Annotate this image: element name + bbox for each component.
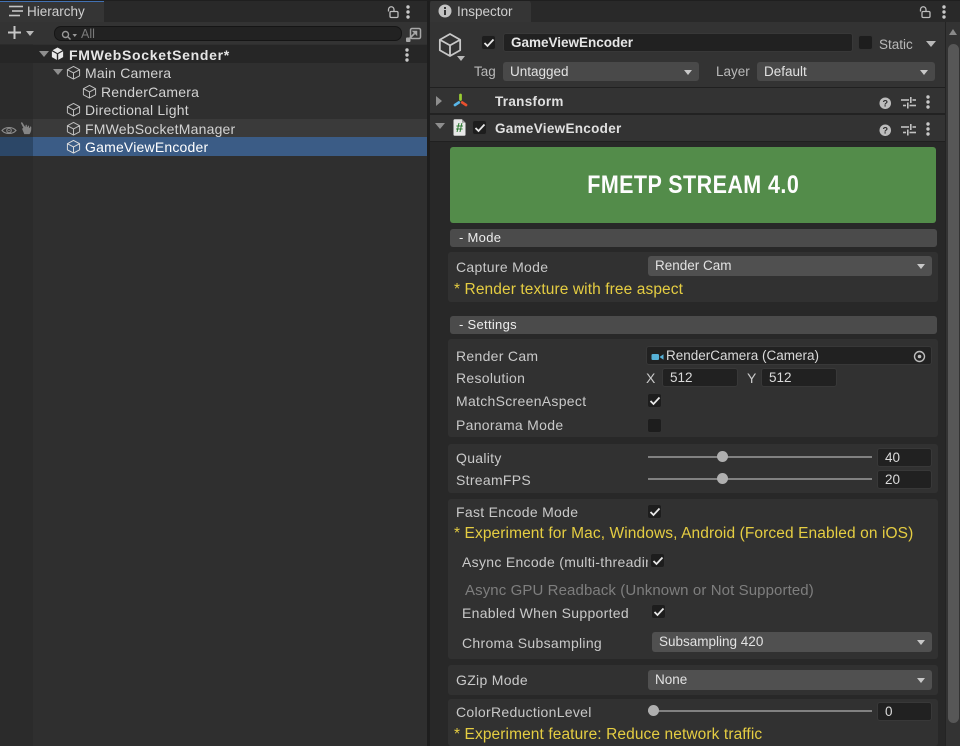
svg-text:#: # <box>456 120 464 135</box>
svg-text:?: ? <box>882 125 888 135</box>
svg-text:?: ? <box>882 98 888 108</box>
